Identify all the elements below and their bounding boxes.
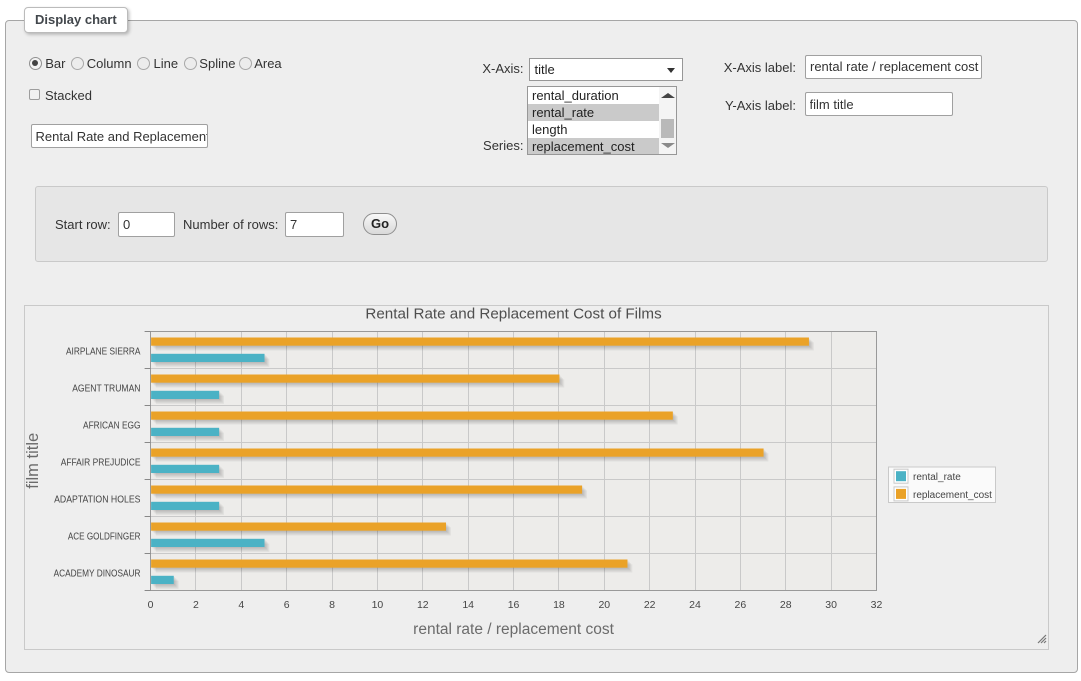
svg-text:30: 30: [825, 599, 837, 611]
svg-text:12: 12: [417, 599, 429, 611]
svg-text:16: 16: [508, 599, 520, 611]
svg-text:24: 24: [689, 599, 701, 611]
svg-text:6: 6: [284, 599, 290, 611]
svg-text:20: 20: [598, 599, 610, 611]
svg-text:22: 22: [644, 599, 656, 611]
svg-text:ADAPTATION HOLES: ADAPTATION HOLES: [54, 494, 141, 505]
svg-text:AIRPLANE SIERRA: AIRPLANE SIERRA: [66, 346, 141, 357]
svg-text:replacement_cost: replacement_cost: [913, 489, 992, 500]
svg-text:ACE GOLDFINGER: ACE GOLDFINGER: [68, 531, 141, 542]
svg-text:AFRICAN EGG: AFRICAN EGG: [83, 420, 141, 431]
svg-text:10: 10: [372, 599, 384, 611]
svg-text:8: 8: [329, 599, 335, 611]
svg-text:28: 28: [780, 599, 792, 611]
svg-text:rental_rate: rental_rate: [913, 472, 961, 483]
svg-text:rental rate / replacement cost: rental rate / replacement cost: [413, 621, 614, 638]
svg-text:14: 14: [462, 599, 474, 611]
svg-text:AGENT TRUMAN: AGENT TRUMAN: [72, 383, 140, 394]
svg-text:Rental Rate and Replacement Co: Rental Rate and Replacement Cost of Film…: [365, 306, 662, 323]
svg-text:26: 26: [735, 599, 747, 611]
svg-text:4: 4: [238, 599, 244, 611]
svg-text:ACADEMY DINOSAUR: ACADEMY DINOSAUR: [54, 568, 141, 579]
svg-text:film title: film title: [25, 432, 42, 488]
svg-text:18: 18: [553, 599, 565, 611]
svg-text:AFFAIR PREJUDICE: AFFAIR PREJUDICE: [61, 457, 141, 468]
svg-text:32: 32: [871, 599, 883, 611]
svg-text:0: 0: [148, 599, 154, 611]
svg-text:2: 2: [193, 599, 199, 611]
